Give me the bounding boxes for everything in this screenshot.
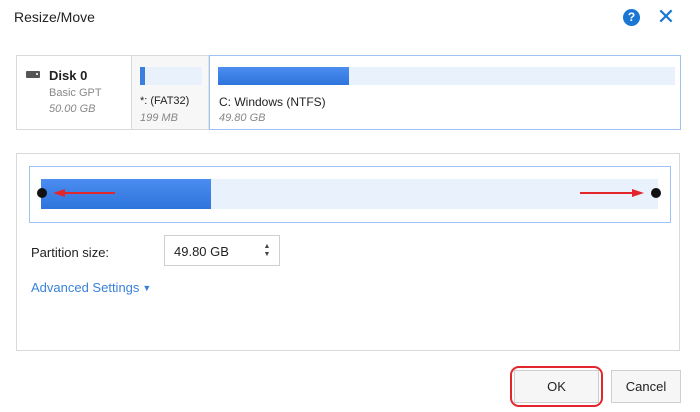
- partition-size-value[interactable]: 49.80 GB: [174, 244, 229, 259]
- ok-button[interactable]: OK: [514, 370, 599, 403]
- spin-down-icon[interactable]: ▼: [264, 251, 271, 258]
- partition-usage-fill: [140, 67, 145, 85]
- slider-track[interactable]: [41, 179, 658, 209]
- partition-fat32[interactable]: *: (FAT32) 199 MB: [132, 56, 209, 129]
- left-drag-handle[interactable]: [37, 188, 47, 198]
- partition-c-windows[interactable]: C: Windows (NTFS) 49.80 GB: [209, 55, 681, 130]
- disk-info: Disk 0 Basic GPT 50.00 GB: [17, 56, 132, 129]
- arrow-right-icon: [580, 189, 644, 197]
- resize-settings-panel: Partition size: 49.80 GB ▲ ▼ Advanced Se…: [16, 153, 680, 351]
- partition-name: *: (FAT32): [140, 95, 190, 107]
- partition-name: C: Windows (NTFS): [219, 95, 326, 109]
- window-title: Resize/Move: [14, 9, 95, 25]
- arrow-left-icon: [53, 189, 115, 197]
- spin-arrows-icon[interactable]: ▲ ▼: [263, 243, 271, 259]
- partition-size-stepper[interactable]: 49.80 GB ▲ ▼: [164, 235, 280, 266]
- disk-type: Basic GPT: [49, 87, 102, 99]
- partition-usage-fill: [218, 67, 349, 85]
- partition-size: 199 MB: [140, 112, 178, 124]
- chevron-down-icon: ▼: [142, 283, 152, 293]
- disk-name: Disk 0: [49, 68, 88, 83]
- partition-usage-bar: [218, 67, 675, 85]
- cancel-button[interactable]: Cancel: [611, 370, 681, 403]
- advanced-settings-link[interactable]: Advanced Settings ▼: [31, 280, 151, 295]
- close-icon[interactable]: ✕: [656, 6, 676, 28]
- advanced-settings-label: Advanced Settings: [31, 280, 140, 295]
- right-drag-handle[interactable]: [651, 188, 661, 198]
- spin-up-icon[interactable]: ▲: [264, 243, 271, 250]
- help-icon[interactable]: ?: [623, 9, 640, 26]
- partition-usage-bar: [140, 67, 202, 85]
- disk-map-panel: Disk 0 Basic GPT 50.00 GB *: (FAT32) 199…: [16, 55, 681, 130]
- resize-slider[interactable]: [29, 166, 671, 223]
- title-bar: Resize/Move ? ✕: [0, 0, 700, 36]
- partition-size-label: Partition size:: [31, 245, 110, 260]
- partition-size: 49.80 GB: [219, 112, 266, 124]
- disk-size: 50.00 GB: [49, 103, 96, 115]
- hard-disk-icon: [26, 71, 40, 78]
